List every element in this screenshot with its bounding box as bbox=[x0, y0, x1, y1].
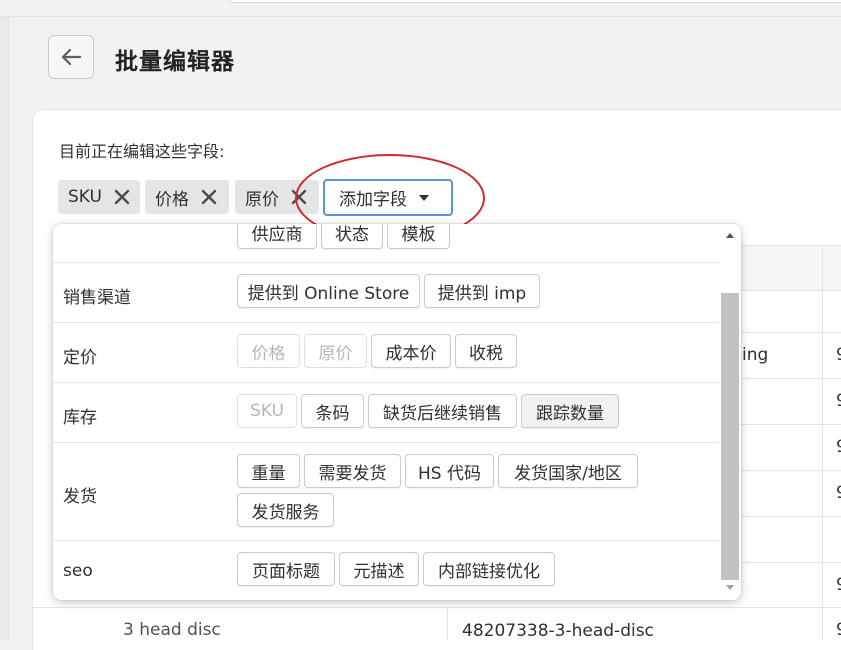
option-continue-selling[interactable]: 缺货后继续销售 bbox=[368, 394, 517, 428]
table-cell[interactable]: 9 bbox=[836, 437, 841, 457]
option-hs-code[interactable]: HS 代码 bbox=[405, 454, 494, 488]
field-chip-compare-price: 原价 bbox=[235, 180, 319, 214]
table-cell[interactable]: 9 bbox=[836, 391, 841, 411]
product-handle-cell[interactable]: 48207338-3-head-disc bbox=[462, 621, 654, 641]
dropdown-row-top: 供应商 状态 模板 bbox=[53, 224, 719, 263]
option-status[interactable]: 状态 bbox=[321, 224, 383, 249]
option-requires-shipping[interactable]: 需要发货 bbox=[304, 454, 401, 488]
option-internal-linking[interactable]: 内部链接优化 bbox=[423, 552, 555, 586]
close-icon[interactable] bbox=[112, 187, 132, 207]
option-compare-price: 原价 bbox=[304, 334, 367, 368]
product-title-cell[interactable]: 3 head disc bbox=[123, 620, 221, 640]
option-track-quantity[interactable]: 跟踪数量 bbox=[521, 394, 619, 428]
add-field-dropdown: 供应商 状态 模板 销售渠道 提供到 Online Store 提供到 imp … bbox=[53, 224, 741, 600]
back-button[interactable] bbox=[48, 35, 94, 79]
table-cell[interactable]: 9 bbox=[836, 345, 841, 365]
option-online-store[interactable]: 提供到 Online Store bbox=[237, 274, 420, 308]
group-label: seo bbox=[63, 561, 93, 581]
search-bar[interactable] bbox=[228, 0, 841, 3]
option-price: 价格 bbox=[237, 334, 300, 368]
chip-label: 价格 bbox=[155, 189, 189, 210]
scroll-down-icon[interactable] bbox=[726, 585, 734, 590]
dropdown-row-inventory: 库存 SKU 条码 缺货后继续销售 跟踪数量 bbox=[53, 383, 719, 443]
scrollbar-thumb[interactable] bbox=[721, 293, 739, 580]
dropdown-row-shipping: 发货 重量 需要发货 HS 代码 发货国家/地区 发货服务 bbox=[53, 443, 719, 541]
table-column-divider bbox=[447, 607, 448, 640]
top-bar bbox=[0, 0, 841, 17]
left-nav-edge bbox=[0, 17, 9, 640]
arrow-left-icon bbox=[61, 49, 81, 65]
close-icon[interactable] bbox=[289, 187, 309, 207]
add-field-button[interactable]: 添加字段 bbox=[323, 179, 453, 216]
option-fulfillment-service[interactable]: 发货服务 bbox=[237, 493, 334, 527]
table-cell[interactable]: ing bbox=[742, 345, 768, 365]
option-page-title[interactable]: 页面标题 bbox=[237, 552, 335, 586]
table-row-divider bbox=[33, 607, 841, 608]
option-meta-description[interactable]: 元描述 bbox=[339, 552, 419, 586]
chip-label: SKU bbox=[68, 187, 102, 207]
option-sku: SKU bbox=[237, 394, 297, 428]
dropdown-row-seo: seo 页面标题 元描述 内部链接优化 bbox=[53, 541, 719, 600]
option-template[interactable]: 模板 bbox=[387, 224, 450, 249]
page-title: 批量编辑器 bbox=[115, 49, 235, 75]
option-origin-country[interactable]: 发货国家/地区 bbox=[498, 454, 638, 488]
option-imp[interactable]: 提供到 imp bbox=[424, 274, 540, 308]
table-cell[interactable]: 9 bbox=[836, 483, 841, 503]
field-chip-sku: SKU bbox=[58, 180, 140, 214]
editing-fields-label: 目前正在编辑这些字段: bbox=[59, 142, 225, 161]
dropdown-row-sales-channels: 销售渠道 提供到 Online Store 提供到 imp bbox=[53, 263, 719, 323]
close-icon[interactable] bbox=[199, 187, 219, 207]
group-label: 定价 bbox=[63, 348, 97, 368]
table-column-divider bbox=[822, 245, 823, 640]
scroll-up-icon[interactable] bbox=[726, 233, 734, 238]
table-cell[interactable]: 9 bbox=[836, 575, 841, 595]
option-vendor[interactable]: 供应商 bbox=[237, 224, 317, 249]
group-label: 发货 bbox=[63, 487, 97, 507]
group-label: 销售渠道 bbox=[63, 288, 131, 308]
add-field-label: 添加字段 bbox=[339, 190, 407, 210]
option-cost-price[interactable]: 成本价 bbox=[371, 334, 451, 368]
caret-down-icon bbox=[419, 194, 429, 201]
option-weight[interactable]: 重量 bbox=[237, 454, 300, 488]
field-chip-price: 价格 bbox=[145, 180, 229, 214]
chip-label: 原价 bbox=[245, 189, 279, 210]
group-label: 库存 bbox=[63, 408, 97, 428]
option-tax[interactable]: 收税 bbox=[455, 334, 517, 368]
option-barcode[interactable]: 条码 bbox=[301, 394, 364, 428]
dropdown-row-pricing: 定价 价格 原价 成本价 收税 bbox=[53, 323, 719, 383]
table-cell[interactable]: 9 bbox=[836, 620, 841, 640]
